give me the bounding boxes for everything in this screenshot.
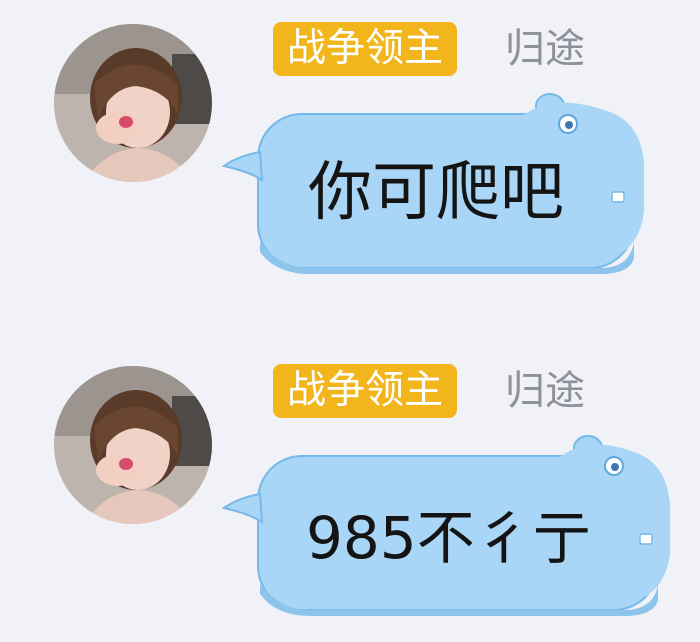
avatar-photo-icon: [54, 24, 212, 182]
message-text[interactable]: 985不彳亍: [306, 504, 591, 572]
avatar-photo-icon: [54, 366, 212, 524]
message-bubble[interactable]: 985不彳亍: [220, 434, 675, 616]
chat-message: 战争领主 归途 你可爬吧: [0, 0, 700, 300]
sender-name[interactable]: 归途: [505, 22, 585, 76]
title-badge: 战争领主: [273, 364, 458, 418]
title-badge: 战争领主: [273, 22, 458, 76]
chat-message: 战争领主 归途 985不彳亍: [0, 342, 700, 642]
message-text[interactable]: 你可爬吧: [308, 156, 564, 230]
sender-name[interactable]: 归途: [505, 364, 585, 418]
avatar[interactable]: [54, 24, 212, 182]
message-bubble[interactable]: 你可爬吧: [220, 92, 650, 274]
avatar[interactable]: [54, 366, 212, 524]
